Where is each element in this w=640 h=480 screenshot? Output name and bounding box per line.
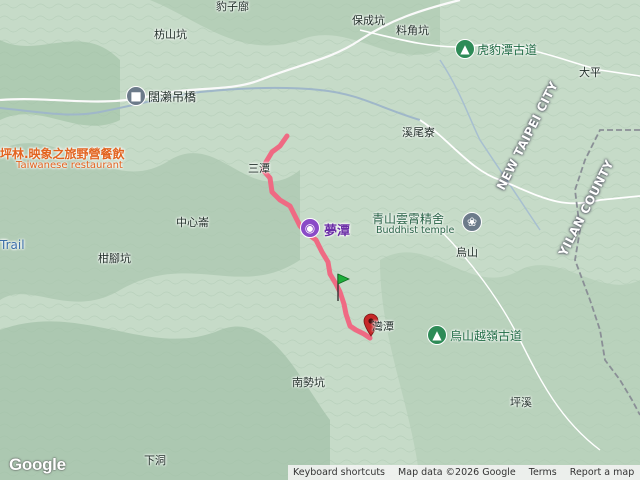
- map-canvas[interactable]: 豹子廍 保成坑 料角坑 枋山坑 ▲ 虎豹潭古道 大平 ■ 闊瀨吊橋 坪林.映象之…: [0, 0, 640, 480]
- label-baocheng-keng: 保成坑: [352, 14, 385, 27]
- label-ganjiao-keng: 柑腳坑: [98, 252, 131, 265]
- label-mengtan[interactable]: 夢潭: [324, 220, 350, 239]
- start-pin-icon[interactable]: [336, 272, 350, 302]
- label-santan: 三潭: [248, 162, 270, 175]
- temple-icon[interactable]: ❀: [462, 212, 482, 232]
- label-kuolai-bridge[interactable]: 闊瀨吊橋: [148, 88, 196, 105]
- label-fangshan-keng: 枋山坑: [154, 28, 187, 41]
- label-baozi-keng: 豹子廍: [216, 0, 249, 13]
- label-wushan-yueling[interactable]: 烏山越嶺古道: [450, 327, 522, 344]
- label-nanshi-keng: 南勢坑: [292, 376, 325, 389]
- label-liaojiao-keng: 料角坑: [396, 24, 429, 37]
- attribution-bar: Keyboard shortcuts Map data ©2026 Google…: [288, 465, 640, 480]
- label-pingxi: 坪溪: [510, 396, 532, 409]
- label-daping: 大平: [579, 66, 601, 79]
- keyboard-shortcuts-link[interactable]: Keyboard shortcuts: [293, 467, 385, 478]
- label-wushan: 烏山: [456, 246, 478, 259]
- landmark-icon[interactable]: ■: [126, 86, 146, 106]
- label-xiwei-liao: 溪尾寮: [402, 126, 435, 139]
- label-restaurant-type: Taiwanese restaurant: [16, 160, 123, 171]
- label-hubao-tan[interactable]: 虎豹潭古道: [477, 41, 537, 58]
- hiking-area-icon-2[interactable]: ▲: [427, 325, 447, 345]
- terrain-layer: [0, 0, 640, 480]
- label-temple-type: Buddhist temple: [376, 225, 455, 236]
- label-zhongxin-lun: 中心崙: [176, 216, 209, 229]
- label-trail[interactable]: Trail: [0, 238, 25, 252]
- terms-link[interactable]: Terms: [529, 467, 557, 478]
- google-logo: Google: [9, 455, 66, 474]
- hiking-area-icon[interactable]: ▲: [455, 39, 475, 59]
- label-xiadong: 下洞: [144, 454, 166, 467]
- label-wanlao-tan: 灣潭: [372, 320, 394, 333]
- map-data-text: Map data ©2026 Google: [398, 467, 516, 478]
- camera-icon[interactable]: ◉: [300, 218, 320, 238]
